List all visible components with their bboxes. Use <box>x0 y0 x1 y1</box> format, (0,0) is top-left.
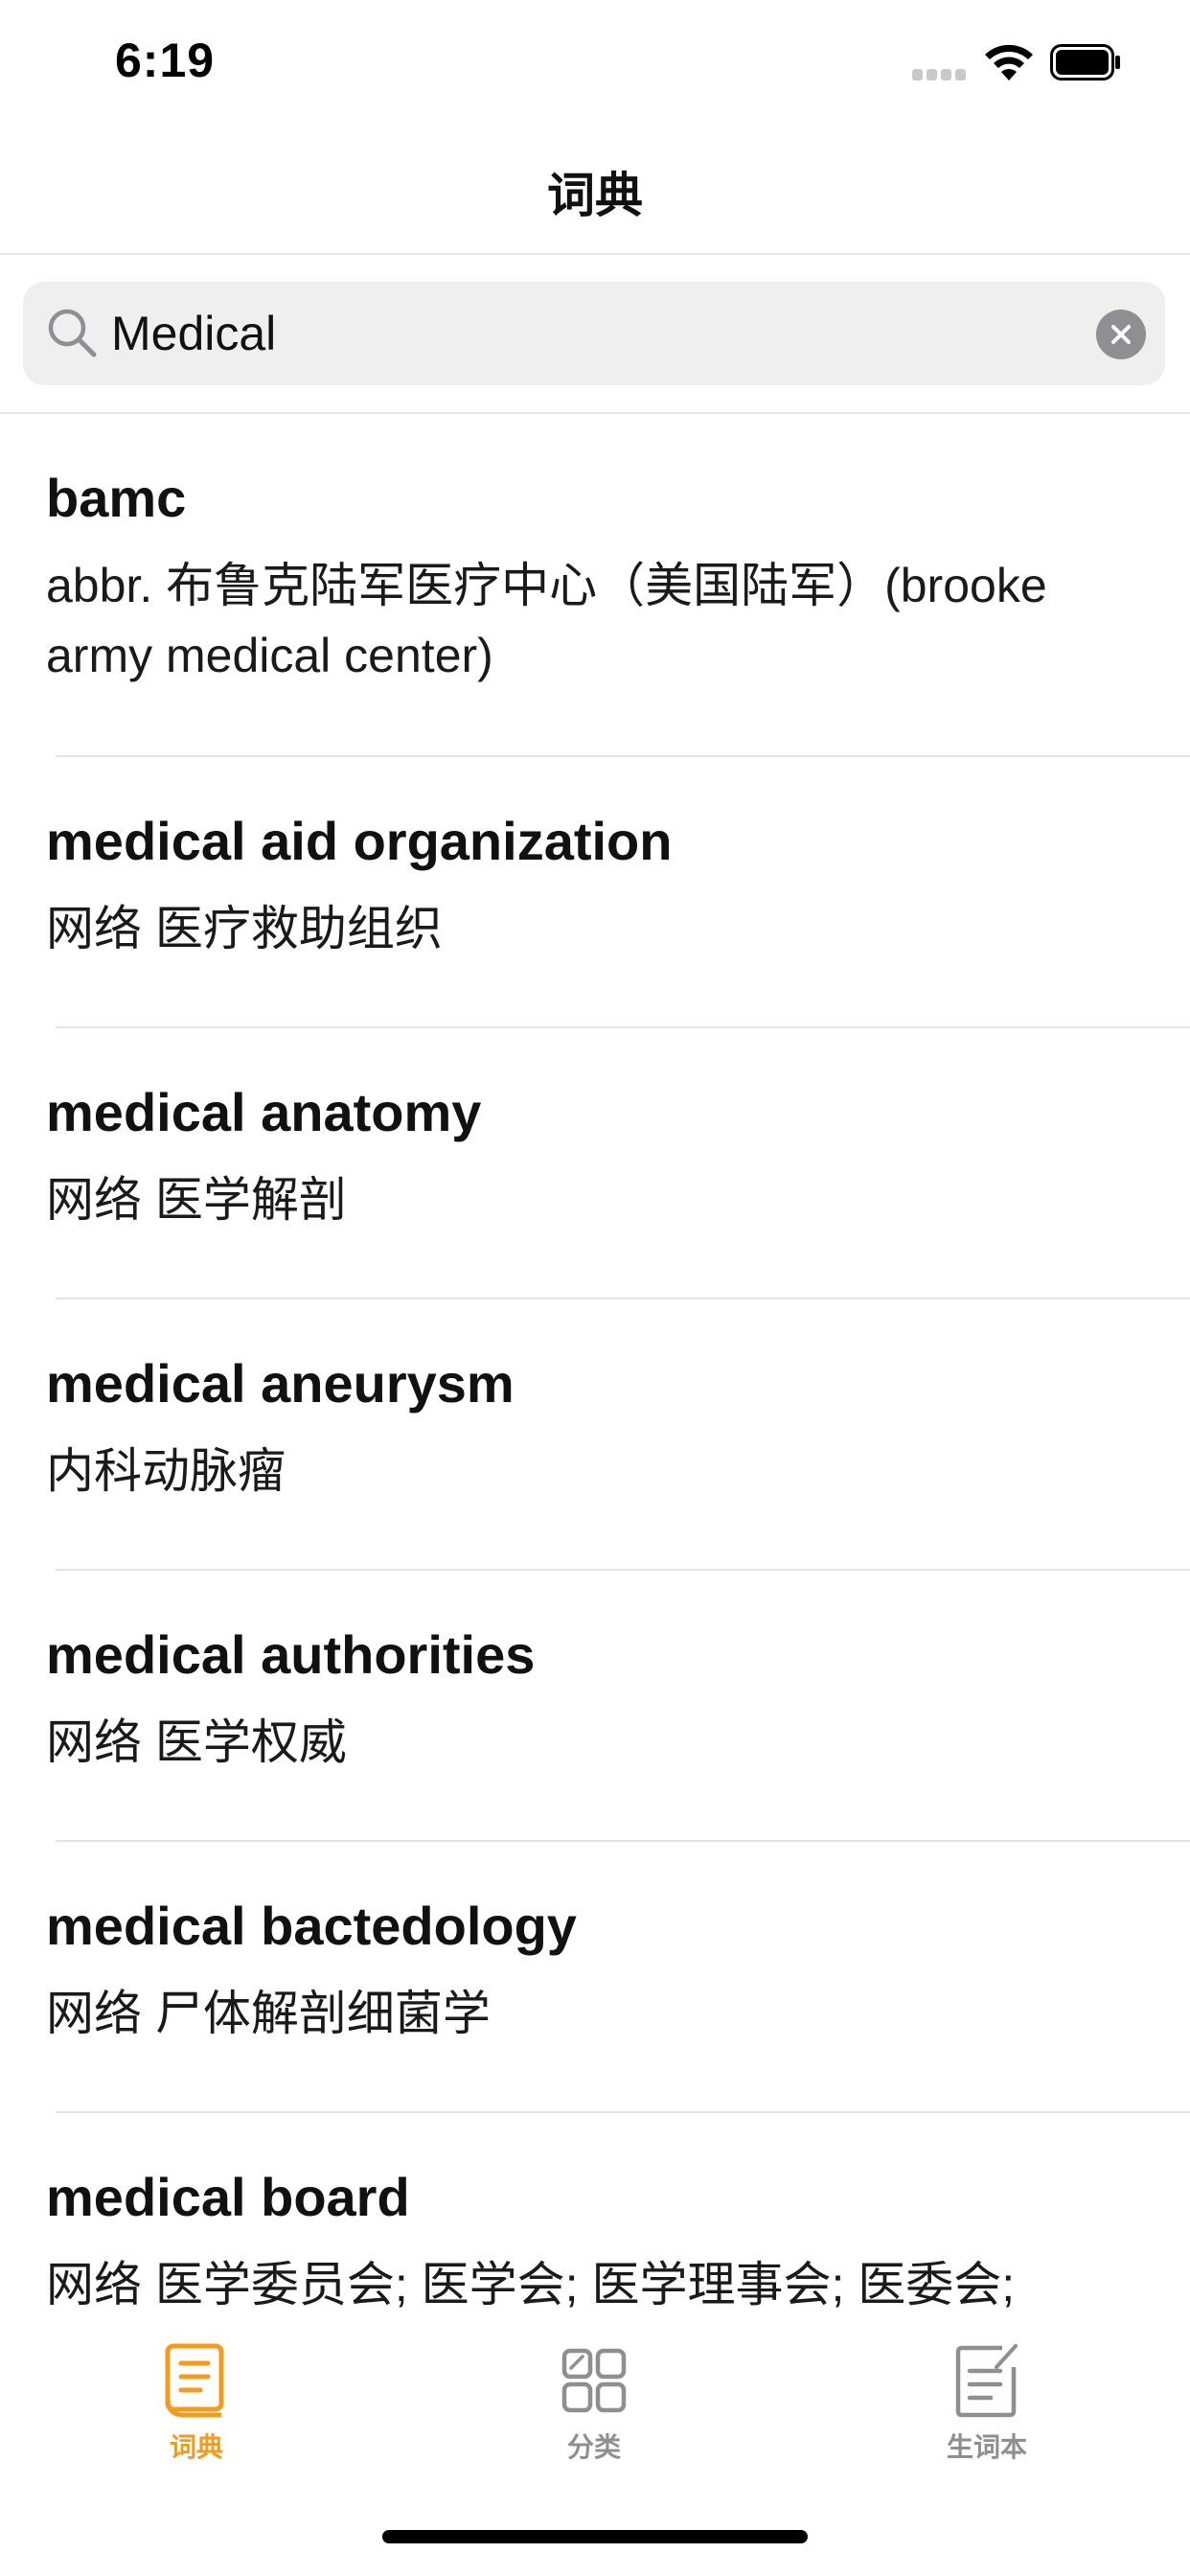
wifi-icon <box>985 44 1033 80</box>
entry-definition: 网络 医疗救助组织 <box>46 902 443 956</box>
entry-definition: 网络 医学委员会; 医学会; 医学理事会; 医委会; <box>46 2258 1016 2312</box>
entry-definition: 内科动脉瘤 <box>46 1444 286 1499</box>
entry-word: medical aneurysm <box>46 1353 515 1414</box>
page-title: 词典 <box>547 169 643 222</box>
category-grid-icon <box>561 2348 627 2413</box>
status-bar: 6:19 <box>0 0 1190 125</box>
tab-label: 分类 <box>566 2432 621 2462</box>
search-bar <box>0 255 1190 414</box>
home-indicator[interactable] <box>382 2530 808 2543</box>
status-time: 6:19 <box>115 34 216 87</box>
battery-icon <box>1050 44 1120 80</box>
entry-definition: abbr. 布鲁克陆军医疗中心（美国陆军）(brooke army medica… <box>46 559 1047 682</box>
list-item[interactable]: medical bactedology 网络 尸体解剖细菌学 <box>0 1842 1190 2113</box>
entry-definition: 网络 尸体解剖细菌学 <box>46 1987 491 2041</box>
entry-word: medical authorities <box>46 1624 536 1685</box>
entry-word: medical anatomy <box>46 1082 482 1142</box>
entry-word: medical aid organization <box>46 811 673 871</box>
entry-definition: 网络 医学解剖 <box>46 1173 347 1228</box>
entry-word: bamc <box>46 468 187 528</box>
tab-vocabulary[interactable]: 生词本 <box>891 2342 1083 2496</box>
list-item[interactable]: medical board 网络 医学委员会; 医学会; 医学理事会; 医委会; <box>0 2113 1190 2315</box>
search-icon <box>48 309 97 357</box>
list-item[interactable]: medical anatomy 网络 医学解剖 <box>0 1028 1190 1300</box>
list-item[interactable]: medical authorities 网络 医学权威 <box>0 1571 1190 1842</box>
tab-label: 生词本 <box>946 2432 1027 2462</box>
dictionary-book-icon <box>165 2343 224 2418</box>
vocabulary-notebook-icon <box>955 2344 1018 2418</box>
clear-search-button[interactable] <box>1096 310 1146 359</box>
search-field-container[interactable] <box>23 282 1165 385</box>
tab-dictionary[interactable]: 词典 <box>101 2342 292 2496</box>
entry-definition: 网络 医学权威 <box>46 1715 347 1770</box>
tab-label: 词典 <box>169 2432 223 2462</box>
entry-word: medical bactedology <box>46 1896 577 1956</box>
tab-category[interactable]: 分类 <box>498 2342 690 2496</box>
list-item[interactable]: bamc abbr. 布鲁克陆军医疗中心（美国陆军）(brooke army m… <box>0 414 1190 757</box>
results-list: bamc abbr. 布鲁克陆军医疗中心（美国陆军）(brooke army m… <box>0 414 1190 2315</box>
cellular-signal-icon <box>912 69 968 82</box>
list-item[interactable]: medical aneurysm 内科动脉瘤 <box>0 1300 1190 1571</box>
entry-word: medical board <box>46 2167 410 2227</box>
search-input[interactable] <box>111 299 1069 368</box>
dictionary-screen: 6:19 词典 Medical bamc abbr. 布鲁克陆军医疗中心（美国陆… <box>0 0 1190 2576</box>
navigation-bar: 词典 <box>0 125 1190 255</box>
close-icon <box>1111 325 1131 344</box>
list-item[interactable]: medical aid organization 网络 医疗救助组织 <box>0 757 1190 1028</box>
